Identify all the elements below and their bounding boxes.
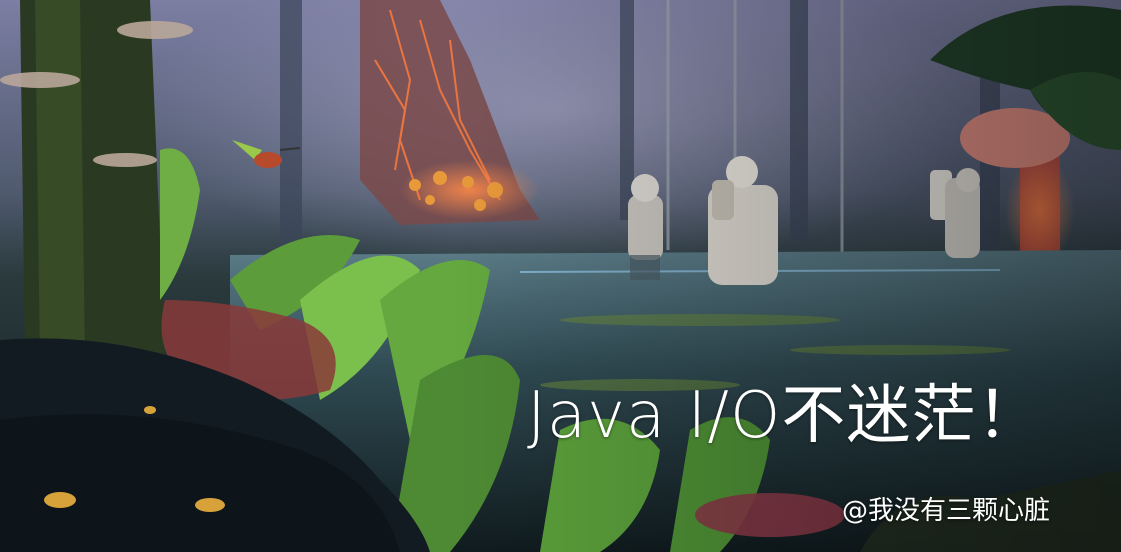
author-credit: @我没有三颗心脏: [842, 496, 1051, 526]
banner-title: Java I/O不迷茫！: [527, 379, 1042, 453]
jungle-scene-illustration: [0, 0, 1121, 552]
banner-image: Java I/O不迷茫！ @我没有三颗心脏: [0, 0, 1121, 552]
